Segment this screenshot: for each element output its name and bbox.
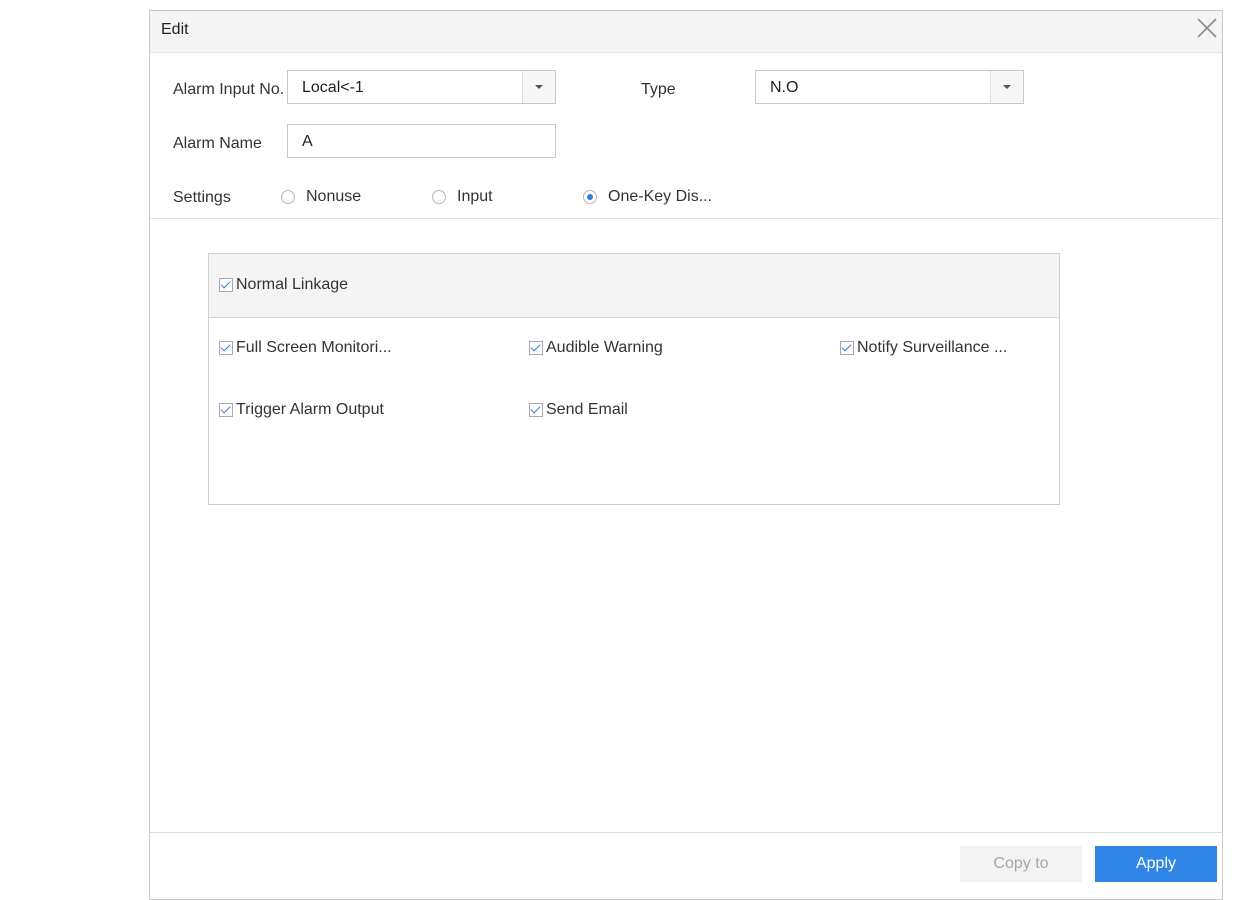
section-divider (150, 218, 1222, 219)
chevron-down-icon[interactable] (990, 71, 1023, 103)
linkage-panel: Normal Linkage Full Screen Monitori... A… (208, 253, 1060, 505)
chevron-down-icon[interactable] (522, 71, 555, 103)
checkbox-box[interactable] (840, 341, 854, 355)
linkage-panel-header: Normal Linkage (209, 254, 1059, 318)
checkbox-box[interactable] (219, 341, 233, 355)
checkbox-label: Notify Surveillance ... (857, 339, 1008, 356)
dialog-titlebar: Edit (150, 11, 1222, 53)
alarm-input-select[interactable]: Local<-1 (287, 70, 556, 104)
radio-circle[interactable] (432, 190, 446, 204)
checkbox-label: Full Screen Monitori... (236, 339, 392, 356)
edit-dialog: Edit Alarm Input No. Local<-1 Type N.O A… (149, 10, 1223, 900)
checkbox-label: Trigger Alarm Output (236, 401, 384, 418)
checkbox-box[interactable] (529, 341, 543, 355)
checkbox-box[interactable] (219, 278, 233, 292)
type-label: Type (641, 81, 676, 98)
type-value: N.O (770, 79, 799, 96)
alarm-input-label: Alarm Input No. (173, 81, 285, 98)
alarm-name-field[interactable]: A (287, 124, 556, 158)
alarm-input-value: Local<-1 (302, 79, 364, 96)
checkbox-label: Normal Linkage (236, 276, 349, 293)
apply-button[interactable]: Apply (1095, 846, 1217, 882)
settings-label: Settings (173, 189, 231, 206)
footer-divider (150, 832, 1222, 833)
checkbox-label: Audible Warning (546, 339, 663, 356)
radio-label: Nonuse (306, 188, 362, 205)
type-select[interactable]: N.O (755, 70, 1024, 104)
checkbox-box[interactable] (219, 403, 233, 417)
close-icon[interactable] (1196, 17, 1218, 39)
dialog-title: Edit (161, 21, 189, 38)
radio-label: One-Key Dis... (608, 188, 713, 205)
radio-label: Input (457, 188, 493, 205)
checkbox-label: Send Email (546, 401, 628, 418)
copy-to-button[interactable]: Copy to (960, 846, 1082, 882)
checkbox-box[interactable] (529, 403, 543, 417)
radio-circle-selected[interactable] (583, 190, 597, 204)
radio-circle[interactable] (281, 190, 295, 204)
alarm-name-value: A (302, 133, 313, 150)
alarm-name-label: Alarm Name (173, 135, 262, 152)
